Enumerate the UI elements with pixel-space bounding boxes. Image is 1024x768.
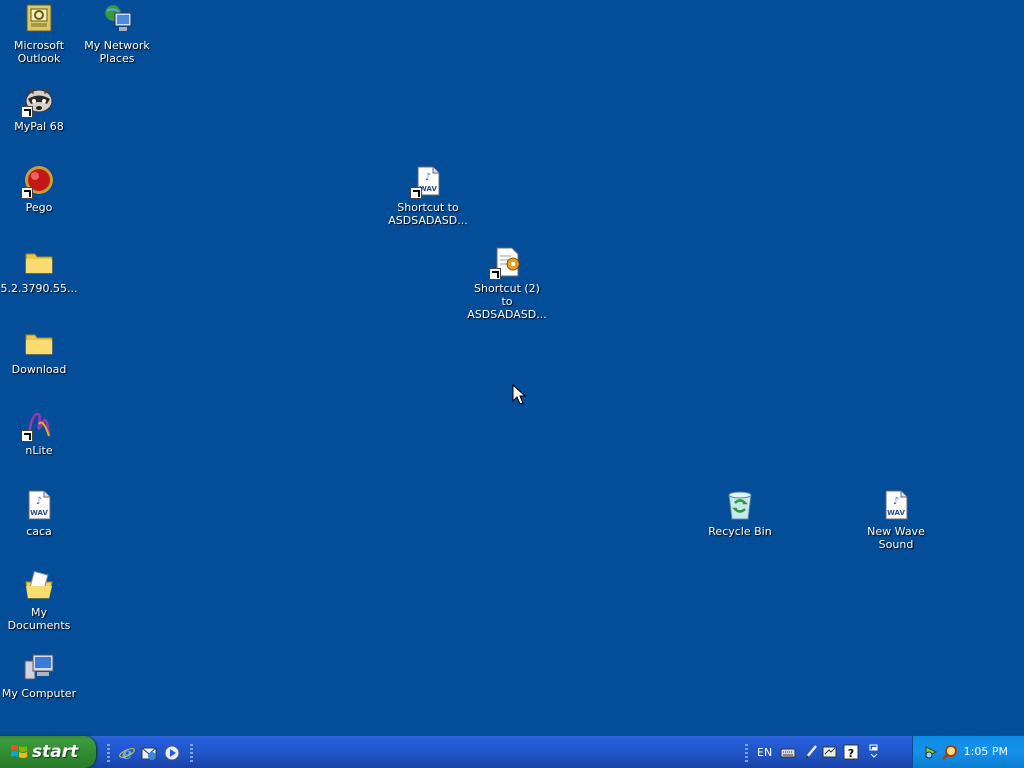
desktop-icon-my-documents[interactable]: My Documents: [0, 570, 79, 632]
folder-icon: [23, 246, 55, 278]
desktop-icon-recycle-bin[interactable]: Recycle Bin: [700, 489, 780, 538]
desktop-icon-label: Download: [11, 363, 67, 376]
nlite-icon: [21, 408, 55, 442]
desktop-icon-microsoft-outlook[interactable]: Microsoft Outlook: [0, 3, 79, 65]
toolbar-grip[interactable]: [745, 744, 748, 762]
desktop-icon-shortcut-to-asdsadasd[interactable]: ♪ WAV Shortcut to ASDSADASD...: [388, 165, 468, 227]
start-button[interactable]: start: [0, 736, 96, 768]
network-tray-icon[interactable]: [923, 744, 939, 760]
desktop-icon-label: nLite: [25, 444, 53, 457]
toolbar-grip[interactable]: [190, 744, 193, 762]
desktop-icon-label: Shortcut to ASDSADASD...: [388, 201, 468, 227]
windows-flag-icon: [11, 745, 27, 758]
desktop-icon-label: New Wave Sound: [867, 525, 925, 551]
desktop-icon-label: Microsoft Outlook: [13, 39, 65, 65]
network-places-icon: [101, 3, 133, 35]
desktop-icon-shortcut-2-to-asdsadasd[interactable]: Shortcut (2) to ASDSADASD...: [467, 246, 547, 321]
wav-file-icon: ♪ WAV: [23, 489, 55, 521]
desktop[interactable]: Microsoft Outlook My Network Places MyPa…: [0, 0, 1024, 736]
outlook-icon: [23, 3, 55, 35]
search-tray-icon[interactable]: [942, 744, 958, 760]
desktop-icon-label: Pego: [25, 201, 53, 214]
shortcut-arrow-icon: [21, 430, 33, 442]
desktop-icon-mypal-68[interactable]: MyPal 68: [0, 84, 79, 133]
help-icon[interactable]: ?: [843, 744, 859, 760]
svg-text:♪: ♪: [36, 496, 42, 507]
clock[interactable]: 1:05 PM: [964, 745, 1008, 758]
language-indicator[interactable]: EN: [757, 746, 772, 759]
mypal-raccoon-icon: [21, 84, 55, 118]
start-label: start: [32, 742, 79, 762]
shortcut-arrow-icon: [489, 268, 501, 280]
svg-text:♪: ♪: [425, 172, 431, 183]
svg-text:WAV: WAV: [30, 509, 48, 517]
toolbar-grip[interactable]: [107, 744, 110, 762]
svg-text:?: ?: [848, 747, 854, 760]
windows-media-player-icon[interactable]: [163, 744, 181, 762]
desktop-icon-label: Shortcut (2) to ASDSADASD...: [467, 282, 547, 321]
language-bar-options-icon[interactable]: [866, 744, 882, 760]
desktop-icon-label: 5.2.3790.55...: [0, 282, 78, 295]
taskbar: start e EN ? 1:05 PM: [0, 736, 1024, 768]
svg-text:WAV: WAV: [887, 509, 905, 517]
folder-icon: [23, 327, 55, 359]
desktop-icon-label: MyPal 68: [14, 120, 64, 133]
system-tray: 1:05 PM: [912, 736, 1024, 768]
desktop-icon-label: caca: [26, 525, 52, 538]
desktop-icon-label: My Computer: [1, 687, 77, 700]
wav-file-icon: ♪ WAV: [880, 489, 912, 521]
recycle-bin-icon: [724, 489, 756, 521]
desktop-icon-nlite[interactable]: nLite: [0, 408, 79, 457]
desktop-icon-label: My Documents: [7, 606, 71, 632]
language-bar-tool-icon[interactable]: [822, 744, 838, 760]
wav-file-icon: ♪ WAV: [410, 165, 444, 199]
shortcut-arrow-icon: [21, 187, 33, 199]
pen-icon[interactable]: [803, 744, 819, 760]
pego-red-ball-icon: [21, 165, 55, 199]
shortcut-arrow-icon: [21, 106, 33, 118]
desktop-icon-new-wave-sound[interactable]: ♪ WAV New Wave Sound: [856, 489, 936, 551]
desktop-icon-pego[interactable]: Pego: [0, 165, 79, 214]
my-computer-icon: [23, 651, 55, 683]
desktop-icon-caca[interactable]: ♪ WAV caca: [0, 489, 79, 538]
outlook-express-icon[interactable]: [140, 744, 158, 762]
keyboard-icon[interactable]: [780, 744, 796, 760]
my-documents-icon: [23, 570, 55, 602]
desktop-icon-label: My Network Places: [84, 39, 150, 65]
svg-text:♪: ♪: [893, 496, 899, 507]
desktop-icon-folder-5-2-3790[interactable]: 5.2.3790.55...: [0, 246, 79, 295]
desktop-icon-label: Recycle Bin: [708, 525, 772, 538]
desktop-icon-download[interactable]: Download: [0, 327, 79, 376]
mouse-pointer-icon: [512, 383, 527, 410]
desktop-icon-my-computer[interactable]: My Computer: [0, 651, 79, 700]
desktop-icon-my-network-places[interactable]: My Network Places: [77, 3, 157, 65]
svg-text:e: e: [122, 744, 132, 762]
internet-explorer-icon[interactable]: e: [118, 744, 136, 763]
shortcut-arrow-icon: [410, 187, 422, 199]
config-file-icon: [489, 246, 523, 280]
